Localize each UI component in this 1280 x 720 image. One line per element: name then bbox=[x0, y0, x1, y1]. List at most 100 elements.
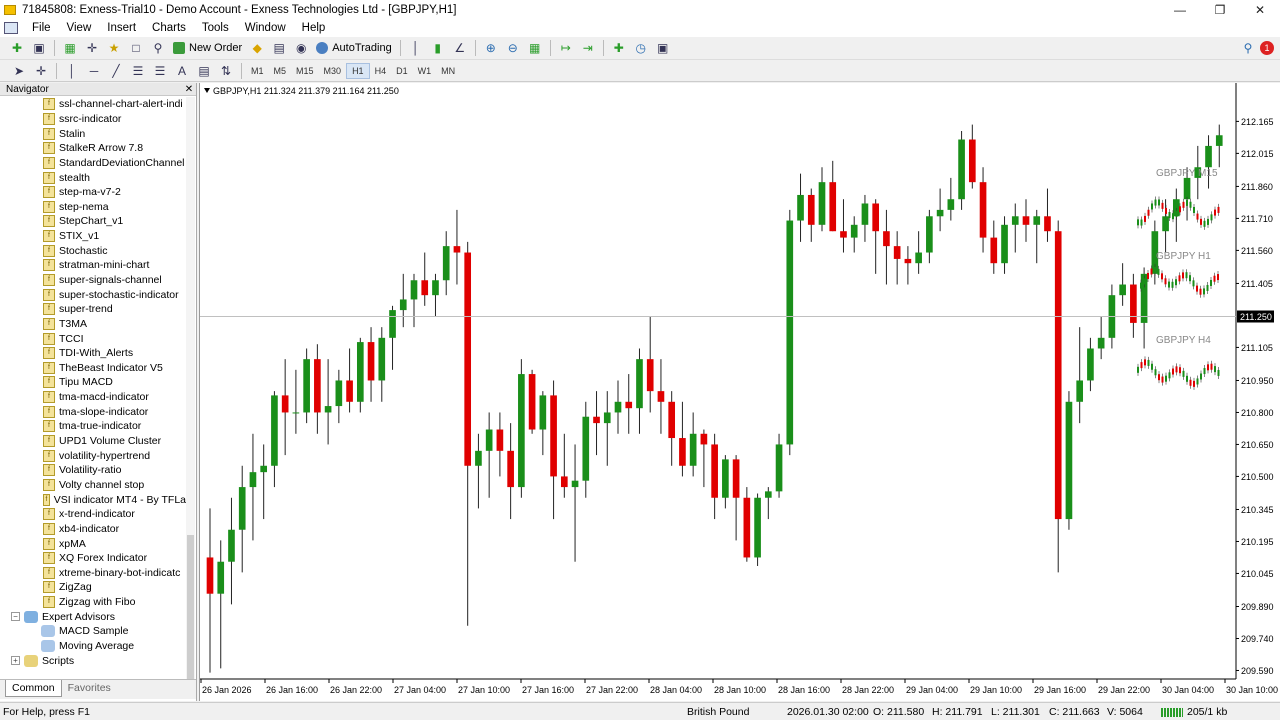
navigator-indicator-item[interactable]: f super-signals-channel bbox=[0, 273, 186, 288]
navigator-expert-item[interactable]: MACD Sample bbox=[0, 624, 186, 639]
timeframe-h4[interactable]: H4 bbox=[370, 63, 392, 79]
strategy-tester-icon[interactable]: ⚲ bbox=[148, 39, 168, 57]
timeframe-d1[interactable]: D1 bbox=[391, 63, 413, 79]
navigator-indicator-item[interactable]: f STIX_v1 bbox=[0, 229, 186, 244]
menu-file[interactable]: File bbox=[24, 22, 59, 34]
navigator-scrollbar[interactable] bbox=[186, 97, 195, 683]
timeframe-m15[interactable]: M15 bbox=[291, 63, 319, 79]
navigator-group-expert-advisors[interactable]: − Expert Advisors bbox=[0, 609, 186, 624]
notifications-icon[interactable]: 1 bbox=[1260, 41, 1274, 55]
navigator-indicator-item[interactable]: f stealth bbox=[0, 170, 186, 185]
chart-shift-icon[interactable]: ⇥ bbox=[578, 39, 598, 57]
menu-tools[interactable]: Tools bbox=[194, 22, 237, 34]
navigator-indicator-item[interactable]: f Zigzag with Fibo bbox=[0, 595, 186, 610]
navigator-indicator-item[interactable]: f TheBeast Indicator V5 bbox=[0, 361, 186, 376]
minimize-icon[interactable]: — bbox=[1160, 3, 1200, 17]
auto-scroll-icon[interactable]: ↦ bbox=[556, 39, 576, 57]
fibonacci-icon[interactable]: ☰ bbox=[150, 62, 170, 80]
navigator-indicator-item[interactable]: f stratman-mini-chart bbox=[0, 258, 186, 273]
navigator-indicator-item[interactable]: f super-stochastic-indicator bbox=[0, 287, 186, 302]
navigator-indicator-item[interactable]: f StandardDeviationChannel bbox=[0, 156, 186, 171]
line-chart-icon[interactable]: ∠ bbox=[450, 39, 470, 57]
navigator-indicator-item[interactable]: f VSI indicator MT4 - By TFLa bbox=[0, 492, 186, 507]
timeframe-w1[interactable]: W1 bbox=[413, 63, 437, 79]
profiles-icon[interactable]: ▣ bbox=[29, 39, 49, 57]
navigator-indicator-item[interactable]: f tma-macd-indicator bbox=[0, 390, 186, 405]
metaeditor-icon[interactable]: ◆ bbox=[247, 39, 267, 57]
templates-icon[interactable]: ▣ bbox=[653, 39, 673, 57]
navigator-indicator-item[interactable]: f step-nema bbox=[0, 199, 186, 214]
menu-window[interactable]: Window bbox=[237, 22, 294, 34]
navigator-group-scripts[interactable]: + Scripts bbox=[0, 653, 186, 668]
new-order-button[interactable]: New Order bbox=[169, 39, 246, 57]
navigator-indicator-item[interactable]: f ZigZag bbox=[0, 580, 186, 595]
navigator-indicator-item[interactable]: f xtreme-binary-bot-indicatc bbox=[0, 566, 186, 581]
signals-icon[interactable]: ▤ bbox=[269, 39, 289, 57]
timeframe-mn[interactable]: MN bbox=[436, 63, 460, 79]
document-icon[interactable] bbox=[4, 22, 18, 34]
indicators-icon[interactable]: ✚ bbox=[609, 39, 629, 57]
navigator-indicator-item[interactable]: f T3MA bbox=[0, 317, 186, 332]
price-chart[interactable]: 211.250 212.165 212.015 211.860 211.710 211.5… bbox=[200, 83, 1280, 701]
chart-window[interactable]: 211.250 212.165 212.015 211.860 211.710 211.5… bbox=[199, 83, 1280, 701]
navigator-indicator-item[interactable]: f Stochastic bbox=[0, 243, 186, 258]
cursor-icon[interactable]: ➤ bbox=[9, 62, 29, 80]
channel-icon[interactable]: ☰ bbox=[128, 62, 148, 80]
timeframe-h1[interactable]: H1 bbox=[346, 62, 370, 79]
collapse-icon[interactable]: − bbox=[11, 612, 20, 622]
navigator-indicator-item[interactable]: f ssl-channel-chart-alert-indi bbox=[0, 97, 186, 112]
close-icon[interactable]: ✕ bbox=[1240, 3, 1280, 17]
navigator-indicator-item[interactable]: f StalkeR Arrow 7.8 bbox=[0, 141, 186, 156]
menu-view[interactable]: View bbox=[59, 22, 100, 34]
navigator-indicator-item[interactable]: f step-ma-v7-2 bbox=[0, 185, 186, 200]
navigator-indicator-item[interactable]: f StepChart_v1 bbox=[0, 214, 186, 229]
zoom-in-icon[interactable]: ⊕ bbox=[481, 39, 501, 57]
timeframe-m1[interactable]: M1 bbox=[246, 63, 269, 79]
trendline-icon[interactable]: ╱ bbox=[106, 62, 126, 80]
navigator-indicator-item[interactable]: f ssrc-indicator bbox=[0, 112, 186, 127]
periods-icon[interactable]: ◷ bbox=[631, 39, 651, 57]
navigator-indicator-item[interactable]: f x-trend-indicator bbox=[0, 507, 186, 522]
navigator-indicator-item[interactable]: f Stalin bbox=[0, 126, 186, 141]
text-label-icon[interactable]: ▤ bbox=[194, 62, 214, 80]
zoom-out-icon[interactable]: ⊖ bbox=[503, 39, 523, 57]
navigator-indicator-item[interactable]: f Tipu MACD bbox=[0, 375, 186, 390]
navigator-indicator-item[interactable]: f super-trend bbox=[0, 302, 186, 317]
scrollbar-thumb[interactable] bbox=[187, 535, 194, 680]
menu-insert[interactable]: Insert bbox=[99, 22, 144, 34]
expand-icon[interactable]: + bbox=[11, 656, 20, 666]
navigator-expert-item[interactable]: Moving Average bbox=[0, 639, 186, 654]
navigator-indicator-item[interactable]: f TCCI bbox=[0, 331, 186, 346]
navigator-close-icon[interactable]: ✕ bbox=[182, 84, 196, 95]
navigator-indicator-item[interactable]: f xb4-indicator bbox=[0, 522, 186, 537]
restore-icon[interactable]: ❐ bbox=[1200, 3, 1240, 17]
navigator-indicator-item[interactable]: f Volatility-ratio bbox=[0, 463, 186, 478]
market-icon[interactable]: ◉ bbox=[291, 39, 311, 57]
market-watch-icon[interactable]: ▦ bbox=[60, 39, 80, 57]
navigator-indicator-item[interactable]: f tma-slope-indicator bbox=[0, 404, 186, 419]
navigator-indicator-item[interactable]: f xpMA bbox=[0, 536, 186, 551]
timeframe-m30[interactable]: M30 bbox=[319, 63, 347, 79]
navigator-indicator-item[interactable]: f UPD1 Volume Cluster bbox=[0, 434, 186, 449]
tile-windows-icon[interactable]: ▦ bbox=[525, 39, 545, 57]
timeframe-m5[interactable]: M5 bbox=[269, 63, 292, 79]
data-window-icon[interactable]: ✛ bbox=[82, 39, 102, 57]
tab-favorites[interactable]: Favorites bbox=[62, 680, 117, 696]
vertical-line-icon[interactable]: │ bbox=[62, 62, 82, 80]
crosshair-icon[interactable]: ✛ bbox=[31, 62, 51, 80]
new-chart-icon[interactable]: ✚ bbox=[7, 39, 27, 57]
navigator-icon[interactable]: ★ bbox=[104, 39, 124, 57]
navigator-indicator-item[interactable]: f tma-true-indicator bbox=[0, 419, 186, 434]
arrows-icon[interactable]: ⇅ bbox=[216, 62, 236, 80]
terminal-icon[interactable]: □ bbox=[126, 39, 146, 57]
autotrading-button[interactable]: AutoTrading bbox=[312, 39, 396, 57]
search-icon[interactable]: ⚲ bbox=[1238, 39, 1258, 57]
candlestick-icon[interactable]: ▮ bbox=[428, 39, 448, 57]
text-icon[interactable]: A bbox=[172, 62, 192, 80]
tab-common[interactable]: Common bbox=[5, 680, 62, 697]
horizontal-line-icon[interactable]: ─ bbox=[84, 62, 104, 80]
navigator-indicator-item[interactable]: f volatility-hypertrend bbox=[0, 448, 186, 463]
navigator-indicator-item[interactable]: f Volty channel stop bbox=[0, 478, 186, 493]
bar-chart-icon[interactable]: │ bbox=[406, 39, 426, 57]
navigator-indicator-item[interactable]: f TDI-With_Alerts bbox=[0, 346, 186, 361]
